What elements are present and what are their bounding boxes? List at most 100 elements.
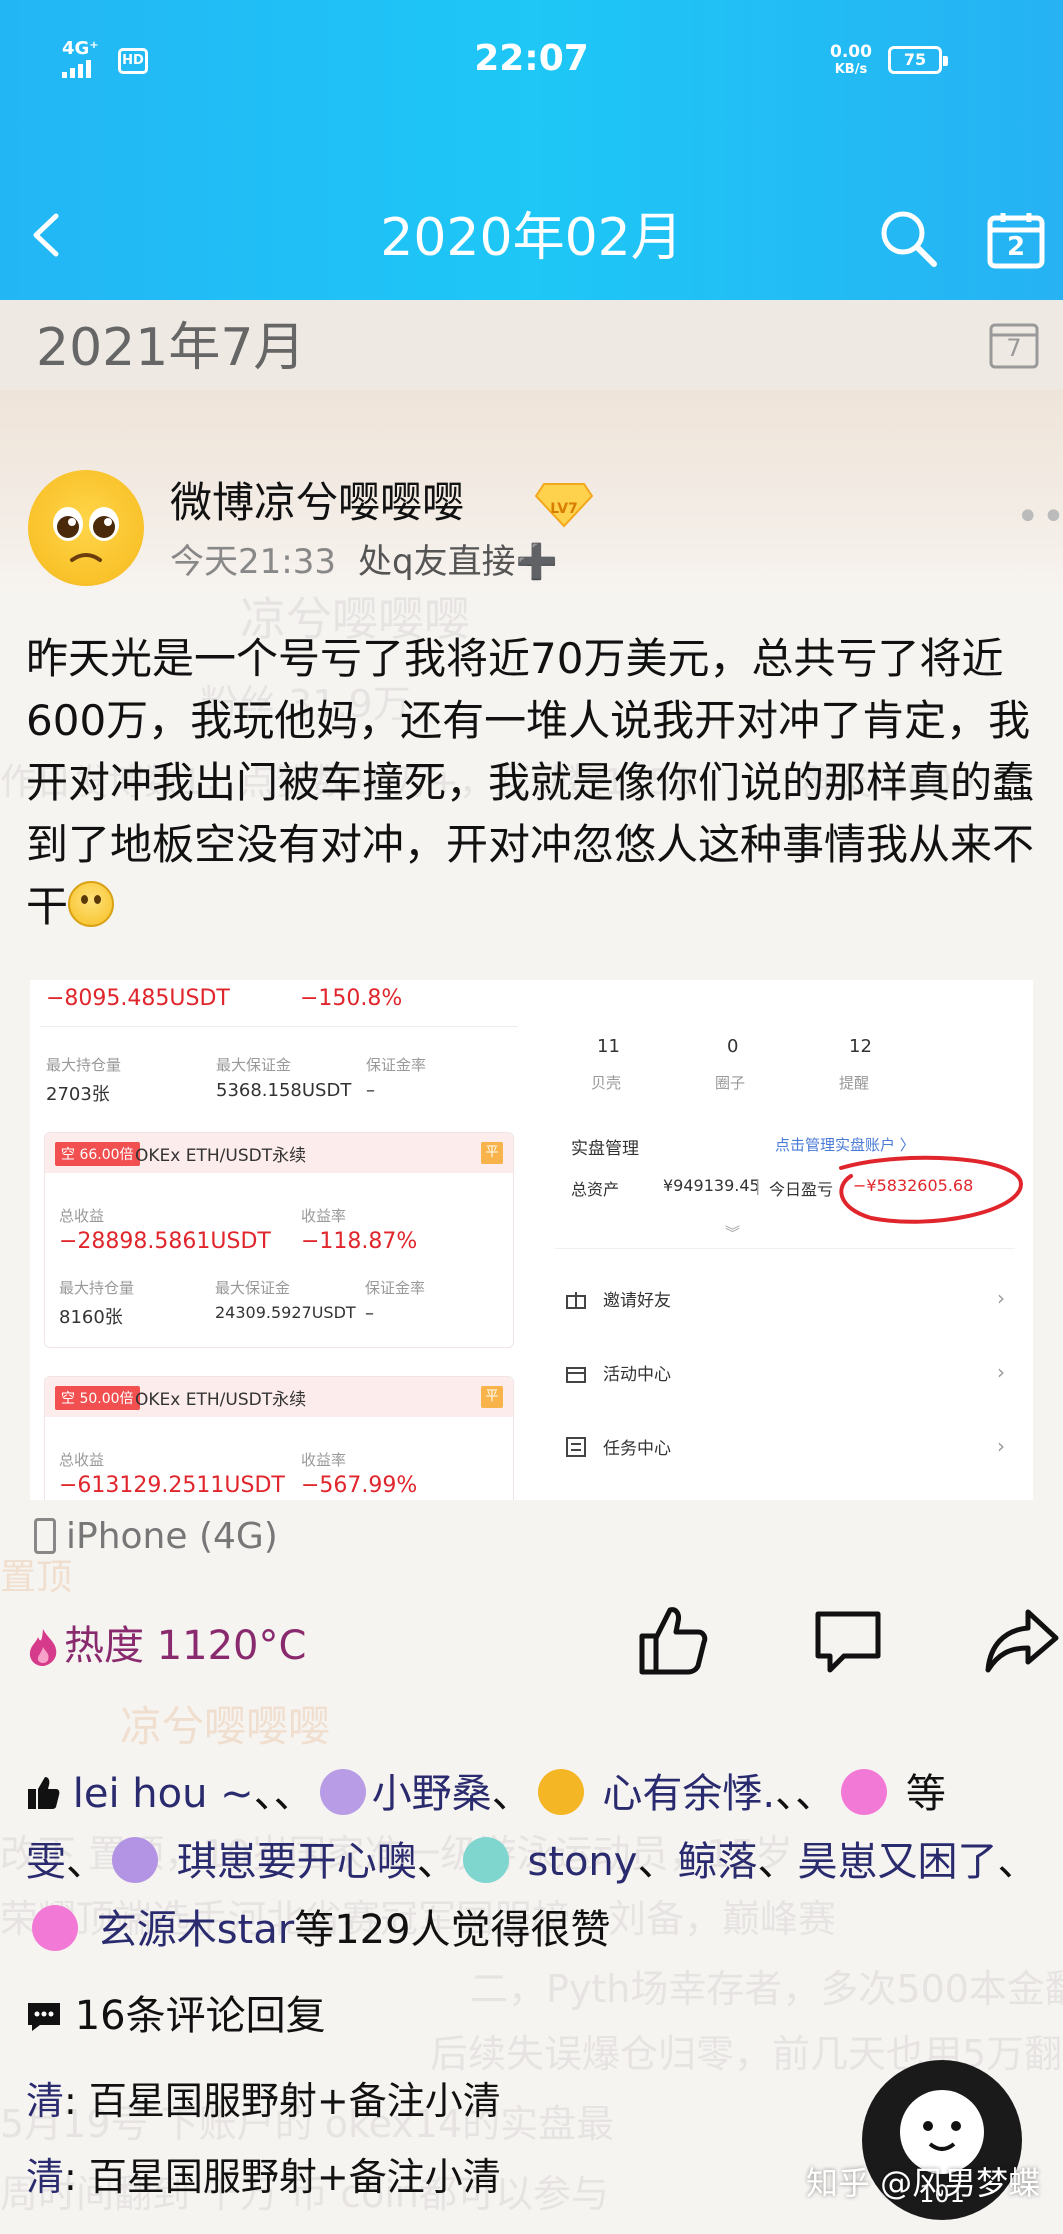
label: 最大保证金 (216, 1056, 292, 1074)
menu-label: 任务中心 (603, 1439, 671, 1459)
author-name[interactable]: 微博凉兮嘤嘤嘤 (170, 478, 464, 528)
month-header: 2021年7月 7 (0, 300, 1063, 390)
calendar-day: 2 (1006, 232, 1026, 262)
label: 最大持仓量 (59, 1279, 135, 1297)
month-calendar-button[interactable]: 7 (988, 318, 1040, 370)
nav-bar: 2020年02月 2 (0, 190, 1063, 280)
section-title: 实盘管理 (571, 1139, 639, 1159)
liker[interactable]: 小野桑 (372, 1771, 492, 1817)
level-badge-icon: LV7 (534, 483, 594, 528)
donut-icon (32, 1905, 78, 1951)
stat-num: 11 (597, 1036, 620, 1057)
top-total: −8095.485USDT (46, 986, 230, 1011)
menu-item-activity[interactable]: 活动中心 › (565, 1358, 1005, 1398)
ghost-text: 置顶 (0, 1557, 73, 1598)
comment-count-label: 16条评论回复 (74, 1993, 326, 2039)
comment-count[interactable]: 16条评论回复 (26, 1988, 326, 2044)
label: 总收益 (59, 1451, 105, 1469)
ring-icon (112, 1837, 158, 1883)
comment-icon[interactable] (808, 1600, 888, 1680)
trade-card: 空 66.00倍 OKEx ETH/USDT永续 平 总收益 收益率 −2889… (44, 1132, 514, 1348)
separator: 、、 (775, 1771, 836, 1817)
liker[interactable]: 玄源木star (97, 1907, 294, 1953)
calendar-button[interactable]: 2 (986, 210, 1046, 270)
value: – (366, 1080, 375, 1101)
liker[interactable]: 琪崽要开心噢 (177, 1839, 417, 1885)
comment-user[interactable]: 清 (26, 2155, 64, 2199)
asset-value: ¥949139.45 (663, 1176, 760, 1195)
status-bar: 4G⁺ HD 22:07 0.00 KB/s 75 (0, 0, 1063, 120)
leverage-tag: 空 50.00倍 (55, 1386, 140, 1410)
gift-icon (566, 1292, 586, 1309)
profit-rate: −118.87% (301, 1229, 418, 1254)
search-icon[interactable] (876, 206, 940, 270)
net-speed: 0.00 KB/s (830, 44, 872, 78)
flame-icon (29, 1629, 57, 1666)
magnifier-icon (537, 1769, 584, 1815)
red-circle-annotation (839, 1155, 1024, 1224)
post-content: 昨天光是一个号亏了我将近70万美元，总共亏了将近600万，我玩他妈，还有一堆人说… (26, 628, 1046, 938)
likes-etc: 等 (905, 1771, 946, 1817)
top-bar: 4G⁺ HD 22:07 0.00 KB/s 75 2020年02月 2 (0, 0, 1063, 300)
profit-rate: −567.99% (301, 1473, 418, 1498)
more-options-icon[interactable]: ••• (1016, 494, 1063, 540)
separator: 、 (491, 1771, 532, 1817)
thumbs-up-icon (28, 1777, 60, 1809)
comment-user[interactable]: 清 (26, 2079, 64, 2123)
liker[interactable]: 心有余悸. (602, 1771, 775, 1817)
pleading-face-icon (53, 507, 119, 562)
likes-summary: 等129人觉得很赞 (294, 1907, 611, 1953)
label: 最大持仓量 (46, 1056, 122, 1074)
total-profit: −613129.2511USDT (59, 1473, 285, 1498)
contract-name: OKEx ETH/USDT永续 (135, 1390, 307, 1410)
donut-icon (841, 1769, 888, 1815)
asset-label: 总资产 (571, 1180, 620, 1199)
separator: 、 (66, 1839, 106, 1885)
post-time: 今天21:33 (170, 542, 336, 582)
label: 最大保证金 (215, 1279, 291, 1297)
ghost-text: 凉兮嘤嘤嘤 (120, 1702, 331, 1751)
post-image[interactable]: −8095.485USDT −150.8% 最大持仓量 最大保证金 保证金率 2… (30, 980, 1033, 1500)
device-label: iPhone (4G) (66, 1516, 278, 1557)
liker[interactable]: lei hou ~ (73, 1771, 254, 1817)
stat-label: 提醒 (839, 1074, 870, 1092)
liker[interactable]: 昊崽又困了 (797, 1839, 997, 1885)
device-source: iPhone (4G) (34, 1512, 278, 1562)
share-icon[interactable] (982, 1600, 1062, 1680)
label: 保证金率 (365, 1279, 426, 1297)
month-label: 2021年7月 (36, 318, 306, 378)
ghost-text: 二，Pyth场幸存者，多次500本金翻到几 (470, 1967, 1063, 2011)
leverage-tag: 空 66.00倍 (55, 1142, 140, 1166)
separator: 、、 (253, 1771, 314, 1817)
separator: 、 (997, 1839, 1038, 1885)
menu-item-invite[interactable]: 邀请好友 › (565, 1284, 1005, 1324)
box-icon (566, 1367, 586, 1383)
liker[interactable]: 雯 (26, 1839, 66, 1885)
total-profit: −28898.5861USDT (59, 1229, 271, 1254)
menu-label: 邀请好友 (603, 1291, 671, 1311)
comment-row[interactable]: 清: 百星国服野射+备注小清 (26, 2074, 501, 2128)
liker[interactable]: stony (527, 1839, 637, 1885)
menu-item-tasks[interactable]: 任务中心 › (565, 1432, 1005, 1472)
today-label: 今日盈亏 (769, 1180, 834, 1199)
post-meta: 今天21:33 处q友直接➕ (170, 540, 558, 584)
post-text: 昨天光是一个号亏了我将近70万美元，总共亏了将近600万，我玩他妈，还有一堆人说… (26, 634, 1035, 931)
stat-label: 圈子 (715, 1074, 746, 1092)
liker[interactable]: 鲸落 (677, 1839, 757, 1885)
trade-records-panel: −8095.485USDT −150.8% 最大持仓量 最大保证金 保证金率 2… (30, 980, 528, 1500)
hand-icon (462, 1837, 509, 1883)
net-speed-value: 0.00 (830, 42, 872, 62)
label: 总收益 (59, 1207, 105, 1225)
lips-icon (319, 1769, 366, 1815)
comment-row[interactable]: 清: 百星国服野射+备注小清 (26, 2150, 501, 2204)
close-flag: 平 (481, 1386, 503, 1408)
value: 8160张 (59, 1307, 123, 1328)
stat-num: 12 (849, 1036, 872, 1057)
avatar[interactable] (28, 470, 144, 586)
like-icon[interactable] (632, 1600, 712, 1680)
comment-text: : 百星国服野射+备注小清 (64, 2155, 501, 2199)
separator: 、 (416, 1839, 457, 1885)
account-panel: 11 0 12 贝壳 圈子 提醒 实盘管理 点击管理实盘账户 〉 总资产 ¥94… (535, 980, 1033, 1500)
battery-indicator: 75 (888, 46, 948, 74)
menu-label: 活动中心 (603, 1365, 671, 1385)
